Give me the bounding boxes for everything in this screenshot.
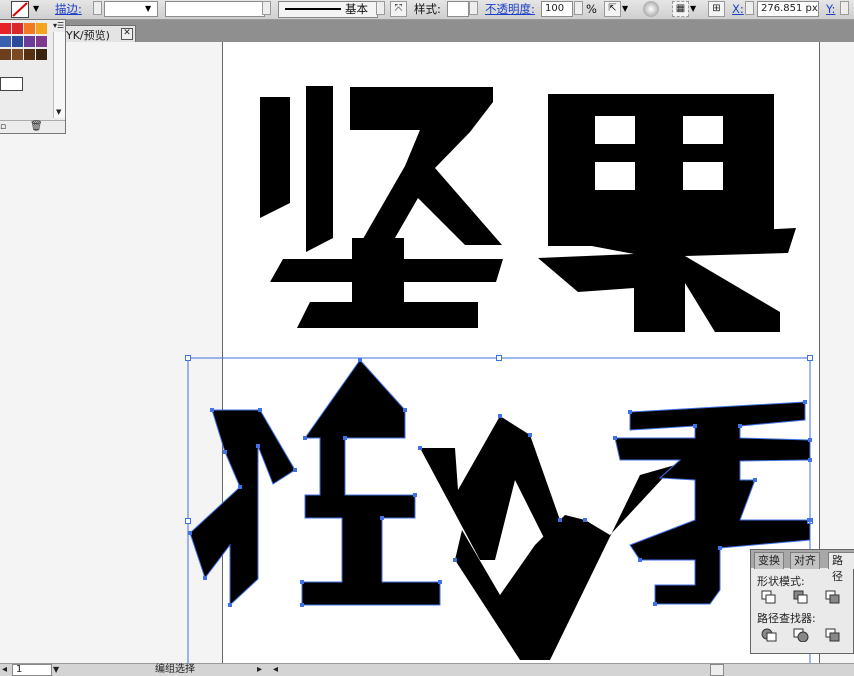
transform-icon[interactable]: ⤧ — [390, 1, 407, 17]
opacity-unit: % — [586, 2, 597, 16]
tab-pathfinder[interactable]: 路径 — [828, 552, 854, 583]
document-tab-bar: YK/预览) ✕ — [0, 20, 854, 42]
pathfinders-label: 路径查找器: — [757, 612, 816, 625]
delete-swatch-icon[interactable]: 🗑 — [30, 121, 43, 132]
stroke-weight-dropdown-icon[interactable]: ▼ — [145, 1, 151, 17]
opacity-value: 100 — [545, 3, 565, 14]
grid-icon[interactable]: ▦ — [672, 1, 689, 17]
unite-icon[interactable] — [761, 590, 777, 604]
opacity-label[interactable]: 不透明度: — [485, 1, 535, 17]
variable-width-dropdown[interactable] — [262, 1, 271, 15]
swatch[interactable] — [0, 36, 11, 47]
horizontal-scrollbar-thumb[interactable] — [710, 664, 724, 676]
glyph-jian — [260, 86, 503, 328]
graphic-style-dropdown[interactable] — [469, 1, 478, 15]
swatch[interactable] — [36, 49, 47, 60]
page-number-value: 1 — [16, 664, 23, 675]
x-spinner[interactable] — [745, 1, 754, 15]
close-icon[interactable]: ✕ — [121, 28, 133, 40]
swatch[interactable] — [12, 36, 23, 47]
select-similar-icon[interactable]: ⇱ — [604, 1, 621, 17]
stroke-line-preview[interactable]: 基本 — [278, 1, 378, 18]
line-style-label: 基本 — [345, 2, 368, 16]
swatch[interactable] — [0, 49, 11, 60]
stroke-weight-spinner[interactable] — [93, 1, 102, 15]
swatch-scrollbar[interactable]: ▼ — [53, 32, 65, 118]
swatch[interactable] — [12, 23, 23, 34]
pathfinder-tab-strip: 变换 对齐 路径 — [751, 550, 854, 583]
tab-transform[interactable]: 变换 — [754, 552, 784, 569]
panel-menu-icon[interactable]: ▾☰ — [53, 21, 64, 30]
merge-icon[interactable] — [825, 628, 841, 642]
variable-width-field[interactable] — [165, 1, 265, 17]
canvas[interactable] — [0, 42, 854, 663]
tab-align[interactable]: 对齐 — [790, 552, 820, 569]
x-input[interactable]: 276.851 px — [757, 1, 819, 17]
intersect-icon[interactable] — [825, 590, 841, 604]
swatch[interactable] — [12, 49, 23, 60]
artwork[interactable] — [0, 42, 854, 663]
y-spinner[interactable] — [840, 1, 849, 15]
swatch-library-icon[interactable]: ▫ — [0, 122, 6, 132]
shape-modes-label: 形状模式: — [757, 575, 805, 588]
swatch-bottom-bar: ▫ 🗑 — [0, 120, 65, 135]
x-label[interactable]: X: — [732, 1, 744, 17]
style-label: 样式: — [414, 2, 441, 16]
divide-icon[interactable] — [761, 628, 777, 642]
trim-icon[interactable] — [793, 628, 809, 642]
align-icon[interactable]: ⊞ — [708, 1, 725, 17]
control-bar: ▼ 描边: ▼ 基本 ⤧ 样式: 不透明度: 100 % ⇱ ▼ ▦ ▼ ⊞ X… — [0, 0, 854, 20]
line-style-dropdown[interactable] — [376, 1, 385, 15]
page-dropdown-icon[interactable]: ▼ — [53, 664, 59, 675]
minus-front-icon[interactable] — [793, 590, 809, 604]
document-tab-label: YK/预览) — [66, 29, 110, 42]
opacity-input[interactable]: 100 — [541, 1, 573, 17]
select-similar-dropdown-icon[interactable]: ▼ — [622, 1, 628, 17]
no-fill-icon — [12, 2, 28, 17]
fill-swatch[interactable] — [11, 1, 29, 18]
status-tool-label: 编组选择 — [155, 664, 195, 675]
glyph-huan — [190, 360, 675, 660]
swatch[interactable] — [24, 49, 35, 60]
page-number-field[interactable]: 1 — [12, 664, 52, 676]
hscroll-left-icon[interactable]: ◂ — [273, 664, 278, 675]
document-tab[interactable]: YK/预览) ✕ — [60, 25, 136, 42]
pathfinder-panel: 变换 对齐 路径 形状模式: 路径查找器: — [750, 549, 854, 654]
swatch[interactable] — [0, 23, 11, 34]
status-left-arrow-icon[interactable]: ◂ — [2, 664, 7, 675]
glyph-guo — [538, 94, 796, 332]
swatch[interactable] — [36, 36, 47, 47]
opacity-spinner[interactable] — [574, 1, 583, 15]
stroke-label[interactable]: 描边: — [55, 1, 82, 17]
x-value: 276.851 px — [761, 3, 818, 14]
swatch-selected-box[interactable] — [0, 77, 23, 91]
swatch[interactable] — [24, 23, 35, 34]
recolor-icon[interactable] — [643, 1, 659, 17]
grid-dropdown-icon[interactable]: ▼ — [690, 1, 696, 17]
graphic-style-swatch[interactable] — [447, 1, 469, 17]
swatch[interactable] — [24, 36, 35, 47]
fill-dropdown-icon[interactable]: ▼ — [33, 1, 39, 17]
status-bar: ◂ 1 ▼ 编组选择 ▸ ◂ — [0, 663, 854, 676]
swatches-panel: ▾☰ ▼ ▫ 🗑 — [0, 19, 66, 134]
status-menu-arrow-icon[interactable]: ▸ — [257, 664, 262, 675]
y-label[interactable]: Y: — [826, 1, 835, 17]
swatch[interactable] — [36, 23, 47, 34]
